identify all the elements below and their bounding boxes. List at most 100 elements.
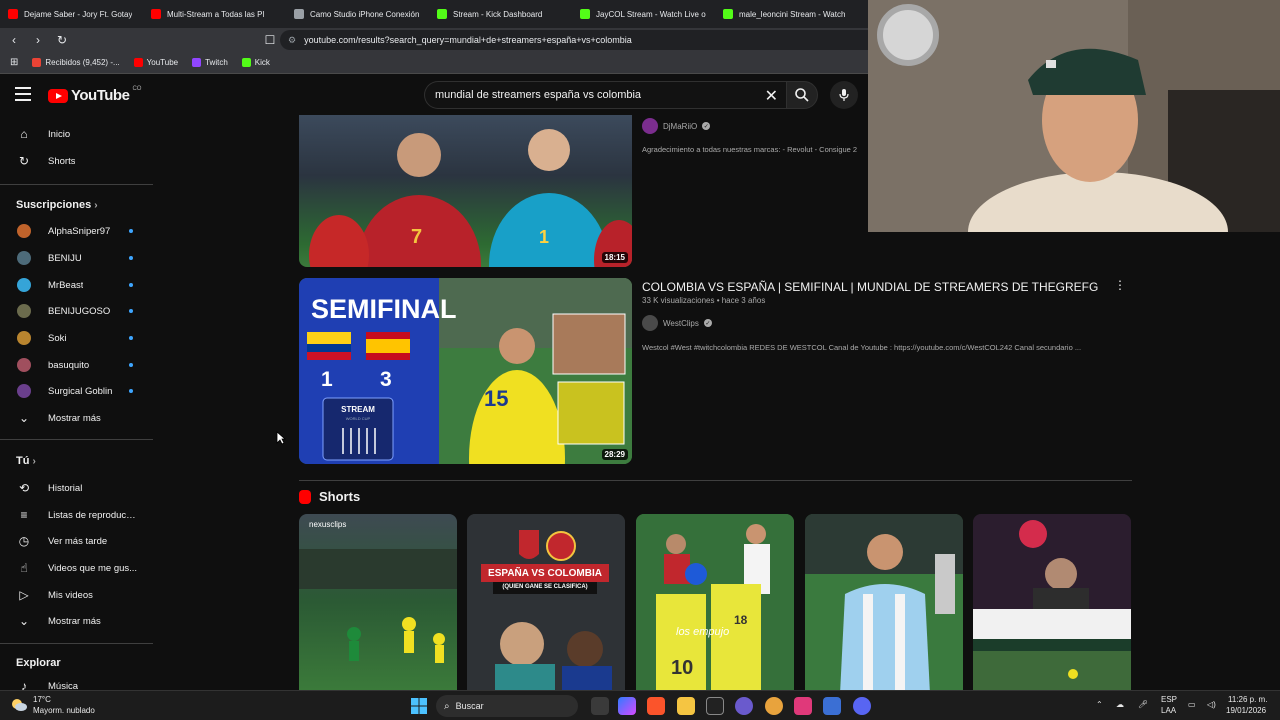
windows-taskbar: 17°C Mayorm. nublado ⌕ Buscar ⌃ ☁ 🎤︎ ESP…: [0, 690, 1280, 720]
thumbnail-image: 15 SEMIFINAL 1 3 STREAM WORLD CUP: [299, 278, 632, 464]
browser-tab[interactable]: Stream - Kick Dashboard: [429, 0, 572, 28]
new-content-dot: [129, 256, 133, 260]
search-icon: ⌕: [444, 700, 450, 712]
task-view-icon[interactable]: [591, 697, 609, 715]
apps-grid-icon[interactable]: ⊞: [10, 57, 18, 68]
chevron-down-icon: ⌄: [18, 411, 30, 425]
site-info-icon[interactable]: ⚙: [288, 35, 296, 46]
sidebar-item-my-videos[interactable]: ▷ Mis videos: [0, 582, 153, 608]
twitch-icon: [192, 58, 202, 67]
language-indicator-sub[interactable]: LAA: [1161, 706, 1176, 715]
network-icon[interactable]: ▭: [1188, 700, 1196, 709]
thumb-score-right: 3: [380, 368, 392, 391]
sidebar-item-subscription[interactable]: BENIJUGOSO: [0, 298, 153, 324]
forward-icon[interactable]: ›: [28, 30, 48, 50]
short-thumbnail-image: [467, 514, 625, 690]
sidebar-divider: [0, 643, 153, 644]
short-item[interactable]: 10 18 los empujo: [636, 514, 794, 690]
voice-search-button[interactable]: [830, 81, 858, 109]
short-item[interactable]: [973, 514, 1131, 690]
more-actions-icon[interactable]: ⋮: [1114, 278, 1126, 292]
copilot-icon[interactable]: [618, 697, 636, 715]
browser-tab[interactable]: Dejame Saber - Jory Ft. Gotay: [0, 0, 143, 28]
bookmark-gmail[interactable]: Recibidos (9,452) -...: [32, 58, 120, 67]
brave-browser-icon[interactable]: [647, 697, 665, 715]
weather-temp[interactable]: 17°C: [33, 695, 51, 704]
discord-icon[interactable]: [853, 697, 871, 715]
short-thumbnail-image: [299, 549, 457, 663]
microphone-icon[interactable]: 🎤︎: [1138, 700, 1148, 709]
sidebar-divider: [0, 184, 153, 185]
tab-favicon-icon: [723, 9, 733, 19]
explore-heading: Explorar: [16, 657, 61, 669]
sidebar-divider: [0, 439, 153, 440]
app-icon[interactable]: [794, 697, 812, 715]
video-thumbnail[interactable]: 15 SEMIFINAL 1 3 STREAM WORLD CUP 28:29: [299, 278, 632, 464]
sidebar-show-more[interactable]: ⌄ Mostrar más: [0, 608, 153, 634]
language-indicator[interactable]: ESP: [1161, 695, 1177, 704]
clock-date[interactable]: 19/01/2026: [1226, 706, 1266, 715]
sidebar-item-subscription[interactable]: BENIJU: [0, 245, 153, 271]
channel-link[interactable]: DjMaRiiO ✓: [642, 118, 711, 134]
sidebar-item-inicio[interactable]: ⌂ Inicio: [0, 121, 153, 147]
volume-icon[interactable]: ◁): [1207, 700, 1216, 709]
video-description: Agradecimiento a todas nuestras marcas: …: [642, 145, 858, 154]
sidebar-show-more[interactable]: ⌄ Mostrar más: [0, 405, 153, 431]
thumb-logo-line1: STREAM: [341, 405, 375, 414]
short-item[interactable]: nexusclips: [299, 514, 457, 690]
sidebar-item-subscription[interactable]: AlphaSniper97: [0, 218, 153, 244]
search-button[interactable]: [786, 81, 818, 109]
clear-search-icon[interactable]: ✕: [765, 86, 778, 106]
chevron-right-icon: ›: [94, 200, 98, 211]
search-input[interactable]: mundial de streamers españa vs colombia …: [424, 81, 786, 109]
short-item[interactable]: [805, 514, 963, 690]
address-bar[interactable]: ⚙ youtube.com/results?search_query=mundi…: [280, 30, 880, 50]
sidebar-item-music[interactable]: ♪ Música: [0, 673, 153, 690]
browser-tab[interactable]: Camo Studio iPhone Conexión: [286, 0, 429, 28]
browser-tab[interactable]: JayCOL Stream - Watch Live o: [572, 0, 715, 28]
short-item[interactable]: ESPAÑA VS COLOMBIA (QUIEN GANE SE CLASIF…: [467, 514, 625, 690]
sidebar-item-subscription[interactable]: MrBeast: [0, 272, 153, 298]
sidebar-item-liked-videos[interactable]: ☝ Videos que me gus...: [0, 555, 153, 581]
sidebar-item-subscription[interactable]: Surgical Goblin: [0, 378, 153, 404]
subscriptions-heading[interactable]: Suscripciones ›: [16, 199, 98, 211]
taskbar-search[interactable]: ⌕ Buscar: [436, 695, 578, 717]
music-icon: ♪: [21, 679, 27, 690]
channel-avatar-icon: [16, 277, 32, 293]
browser-tab[interactable]: male_leoncini Stream - Watch: [715, 0, 858, 28]
search-icon: [795, 88, 809, 102]
video-title[interactable]: COLOMBIA VS ESPAÑA | SEMIFINAL | MUNDIAL…: [642, 280, 1102, 294]
sidebar-item-shorts[interactable]: ↻ Shorts: [0, 148, 153, 174]
bookmark-youtube[interactable]: YouTube: [133, 58, 178, 67]
sidebar-item-playlists[interactable]: ≡ Listas de reproducc...: [0, 502, 153, 528]
svg-text:7: 7: [411, 226, 422, 248]
bookmark-twitch[interactable]: Twitch: [192, 58, 228, 67]
history-icon: ⟲: [18, 481, 30, 495]
windows-start-icon[interactable]: [410, 697, 428, 715]
back-icon[interactable]: ‹: [4, 30, 24, 50]
sidebar-item-subscription[interactable]: Soki: [0, 325, 153, 351]
tab-favicon-icon: [294, 9, 304, 19]
you-heading[interactable]: Tú ›: [16, 455, 36, 467]
video-thumbnail[interactable]: 7 1 18:15: [299, 115, 632, 267]
obs-icon[interactable]: [735, 697, 753, 715]
sidebar-item-subscription[interactable]: basuquito: [0, 352, 153, 378]
sidebar-item-historial[interactable]: ⟲ Historial: [0, 475, 153, 501]
reload-icon[interactable]: ↻: [52, 30, 72, 50]
tray-chevron-up-icon[interactable]: ⌃: [1096, 700, 1103, 709]
onedrive-icon[interactable]: ☁: [1116, 700, 1124, 709]
weather-description[interactable]: Mayorm. nublado: [33, 706, 95, 715]
app-icon[interactable]: [765, 697, 783, 715]
channel-link[interactable]: WestClips ✓: [642, 315, 712, 331]
audio-app-icon[interactable]: [706, 697, 724, 715]
file-explorer-icon[interactable]: [677, 697, 695, 715]
browser-tab[interactable]: Multi-Stream a Todas las Pl: [143, 0, 286, 28]
youtube-logo[interactable]: YouTube CO: [48, 86, 141, 104]
bookmark-icon[interactable]: ☐: [260, 30, 280, 50]
video-duration: 28:29: [601, 449, 628, 460]
bookmark-kick[interactable]: Kick: [241, 58, 270, 67]
app-icon[interactable]: [823, 697, 841, 715]
clock-time[interactable]: 11:26 p. m.: [1228, 695, 1267, 704]
sidebar-item-watch-later[interactable]: ◷ Ver más tarde: [0, 528, 153, 554]
hamburger-menu-icon[interactable]: [15, 87, 31, 101]
